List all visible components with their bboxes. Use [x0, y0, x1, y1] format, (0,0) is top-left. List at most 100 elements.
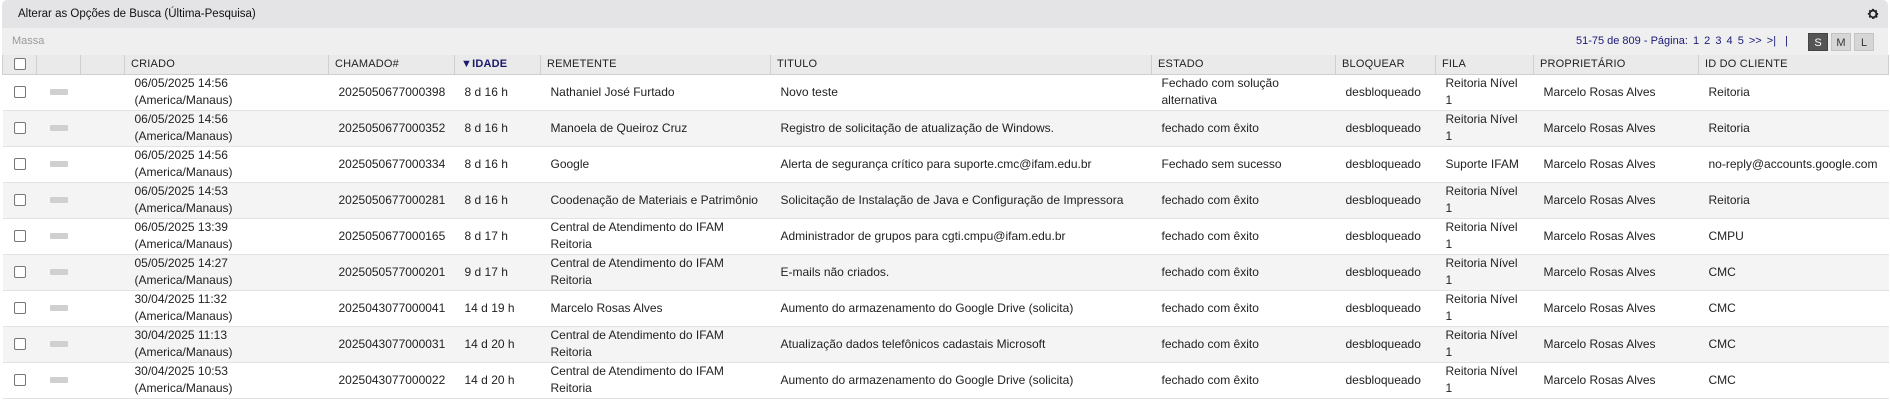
row-checkbox-cell[interactable] [2, 146, 37, 183]
row-checkbox[interactable] [13, 158, 26, 171]
header-titulo[interactable]: TITULO [770, 55, 1152, 75]
title-link[interactable]: Aumento do armazenamento do Google Drive… [770, 362, 1152, 399]
row-checkbox-cell[interactable] [2, 362, 37, 399]
age-cell: 14 d 20 h [454, 362, 541, 399]
ticket-number-link[interactable]: 2025050677000281 [328, 182, 455, 219]
search-options-bar[interactable]: Alterar as Opções de Busca (Última-Pesqu… [2, 0, 1888, 28]
pagination-range: 51-75 de 809 - Página: [1575, 35, 1688, 47]
state-cell: fechado com êxito [1151, 182, 1336, 219]
title-link[interactable]: Alerta de segurança crítico para suporte… [770, 146, 1152, 183]
table-row[interactable]: 06/05/2025 14:56 (America/Manaus) 20250506… [2, 110, 1889, 147]
age-cell: 8 d 16 h [454, 110, 541, 147]
page-link[interactable]: 3 [1715, 35, 1721, 47]
table-row[interactable]: 05/05/2025 14:27 (America/Manaus) 20250505… [2, 254, 1889, 291]
customer-id-cell: CMC [1698, 290, 1889, 327]
next-page-link[interactable]: >> [1749, 35, 1762, 47]
table-row[interactable]: 06/05/2025 13:39 (America/Manaus) 20250506… [2, 218, 1889, 255]
lock-cell: desbloqueado [1335, 218, 1436, 255]
row-icon-cell [80, 254, 125, 291]
ticket-number-link[interactable]: 2025050677000165 [328, 218, 455, 255]
row-icon-cell [80, 146, 125, 183]
row-checkbox-cell[interactable] [2, 110, 37, 147]
page-link[interactable]: 1 [1693, 35, 1699, 47]
priority-flag-cell [36, 326, 81, 363]
owner-cell: Marcelo Rosas Alves [1533, 110, 1699, 147]
search-options-title[interactable]: Alterar as Opções de Busca (Última-Pesqu… [18, 8, 256, 20]
row-checkbox[interactable] [13, 122, 26, 135]
select-all-checkbox-cell[interactable] [2, 55, 37, 75]
owner-cell: Marcelo Rosas Alves [1533, 218, 1699, 255]
title-link[interactable]: Aumento do armazenamento do Google Drive… [770, 290, 1152, 327]
header-bloquear[interactable]: BLOQUEAR [1335, 55, 1436, 75]
page-link[interactable]: 2 [1704, 35, 1710, 47]
title-link[interactable]: Atualização dados telefônicos cadastais … [770, 326, 1152, 363]
header-chamado[interactable]: CHAMADO# [328, 55, 455, 75]
row-checkbox[interactable] [13, 302, 26, 315]
ticket-number-link[interactable]: 2025043077000031 [328, 326, 455, 363]
row-checkbox[interactable] [13, 266, 26, 279]
row-checkbox-cell[interactable] [2, 182, 37, 219]
select-all-checkbox[interactable] [13, 58, 26, 71]
header-flag-column [36, 55, 81, 75]
header-cliente[interactable]: ID DO CLIENTE [1698, 55, 1889, 75]
title-link[interactable]: E-mails não criados. [770, 254, 1152, 291]
row-icon-cell [80, 326, 125, 363]
title-link[interactable]: Registro de solicitação de atualização d… [770, 110, 1152, 147]
row-checkbox-cell[interactable] [2, 218, 37, 255]
header-estado[interactable]: ESTADO [1151, 55, 1336, 75]
table-row[interactable]: 30/04/2025 11:13 (America/Manaus) 20250430… [2, 326, 1889, 363]
size-large-button[interactable]: L [1854, 33, 1874, 51]
ticket-number-link[interactable]: 2025043077000022 [328, 362, 455, 399]
title-link[interactable]: Solicitação de Instalação de Java e Conf… [770, 182, 1152, 219]
row-checkbox-cell[interactable] [2, 74, 37, 111]
header-idade[interactable]: ▼IDADE [454, 55, 541, 75]
age-cell: 14 d 19 h [454, 290, 541, 327]
size-medium-button[interactable]: M [1831, 33, 1851, 51]
page-link[interactable]: 5 [1738, 35, 1744, 47]
row-checkbox[interactable] [13, 194, 26, 207]
row-icon-cell [80, 182, 125, 219]
priority-flag-icon [49, 377, 68, 384]
sender-cell: Google [540, 146, 771, 183]
ticket-number-link[interactable]: 2025050677000334 [328, 146, 455, 183]
header-proprietario[interactable]: PROPRIETÁRIO [1533, 55, 1699, 75]
header-remetente[interactable]: REMETENTE [540, 55, 771, 75]
customer-id-cell: CMPU [1698, 218, 1889, 255]
table-row[interactable]: 06/05/2025 14:56 (America/Manaus) 20250506… [2, 146, 1889, 183]
row-checkbox[interactable] [13, 86, 26, 99]
title-link[interactable]: Administrador de grupos para cgti.cmpu@i… [770, 218, 1152, 255]
lock-cell: desbloqueado [1335, 326, 1436, 363]
title-link[interactable]: Novo teste [770, 74, 1152, 111]
customer-id-cell: Reitoria [1698, 182, 1889, 219]
queue-cell: Reitoria Nível 1 [1435, 182, 1534, 219]
row-checkbox[interactable] [13, 338, 26, 351]
row-checkbox[interactable] [13, 374, 26, 387]
page-link[interactable]: 4 [1727, 35, 1733, 47]
header-fila[interactable]: FILA [1435, 55, 1534, 75]
ticket-number-link[interactable]: 2025050677000398 [328, 74, 455, 111]
row-checkbox[interactable] [13, 230, 26, 243]
ticket-number-link[interactable]: 2025043077000041 [328, 290, 455, 327]
ticket-number-link[interactable]: 2025050677000352 [328, 110, 455, 147]
table-row[interactable]: 06/05/2025 14:56 (America/Manaus) 20250506… [2, 74, 1889, 111]
row-checkbox-cell[interactable] [2, 254, 37, 291]
priority-flag-cell [36, 254, 81, 291]
row-checkbox-cell[interactable] [2, 326, 37, 363]
ticket-number-link[interactable]: 2025050577000201 [328, 254, 455, 291]
owner-cell: Marcelo Rosas Alves [1533, 254, 1699, 291]
owner-cell: Marcelo Rosas Alves [1533, 290, 1699, 327]
table-row[interactable]: 30/04/2025 10:53 (America/Manaus) 20250430… [2, 362, 1889, 399]
lock-cell: desbloqueado [1335, 146, 1436, 183]
bulk-action-link[interactable]: Massa [12, 35, 44, 47]
last-page-link[interactable]: >| [1767, 35, 1776, 47]
row-checkbox-cell[interactable] [2, 290, 37, 327]
table-row[interactable]: 30/04/2025 11:32 (America/Manaus) 20250430… [2, 290, 1889, 327]
header-criado[interactable]: CRIADO [124, 55, 329, 75]
state-cell: fechado com êxito [1151, 218, 1336, 255]
gear-icon[interactable] [1866, 7, 1880, 21]
table-row[interactable]: 06/05/2025 14:53 (America/Manaus) 20250506… [2, 182, 1889, 219]
priority-flag-cell [36, 218, 81, 255]
created-cell: 06/05/2025 13:39 (America/Manaus) [124, 218, 329, 255]
priority-flag-icon [49, 305, 68, 312]
size-small-button[interactable]: S [1808, 33, 1828, 51]
